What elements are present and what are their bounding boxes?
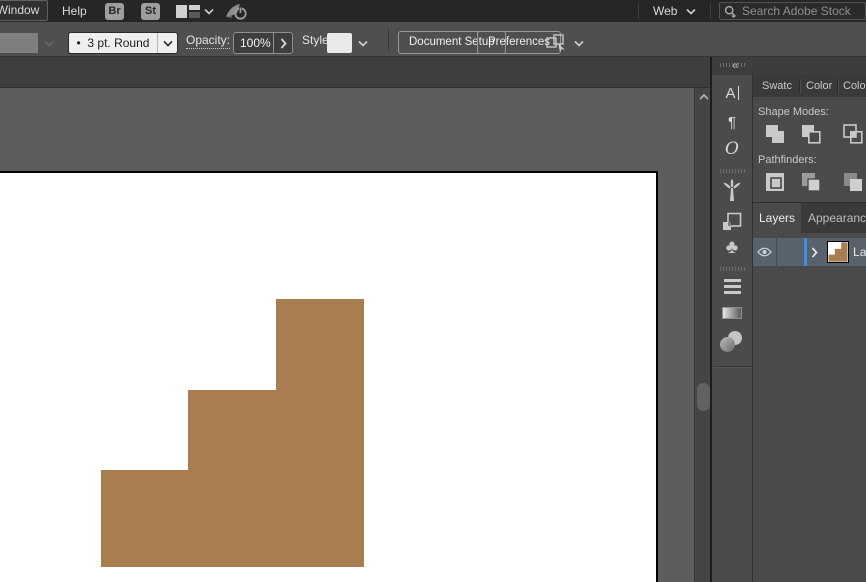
control-separator xyxy=(388,28,389,51)
illustrator-window: Window Help Br St Web xyxy=(0,0,866,582)
layer-name[interactable]: La xyxy=(853,245,866,259)
workspace-switcher[interactable]: Web xyxy=(645,0,685,22)
brush-definition-value: 3 pt. Round xyxy=(87,36,149,50)
shape-mode-minus-front-icon[interactable] xyxy=(799,122,823,146)
scrollbar-thumb[interactable] xyxy=(697,383,710,411)
character-panel-icon[interactable]: A xyxy=(712,82,752,104)
pathfinder-panel-icon[interactable] xyxy=(712,209,752,233)
gpu-performance-icon[interactable] xyxy=(224,2,248,21)
layer-lock-cell[interactable] xyxy=(777,238,803,266)
symbols-panel-icon[interactable]: ♣ xyxy=(712,235,752,261)
tab-color[interactable]: Color xyxy=(806,75,837,97)
stroke-color-chevron-icon[interactable] xyxy=(40,33,58,53)
control-bar: • 3 pt. Round Opacity: 100% Style: Docum… xyxy=(0,22,866,57)
layer-thumbnail-shape xyxy=(828,242,848,262)
icon-column-divider xyxy=(713,366,752,367)
panel-icon-column: A ¶ O ♣ xyxy=(712,75,753,582)
panel-stack: Swatc Color Color Shape Modes: Pathfinde… xyxy=(753,75,866,582)
align-chevron-down-icon[interactable] xyxy=(574,40,584,47)
style-swatch[interactable] xyxy=(327,33,352,53)
menubar-separator xyxy=(638,3,639,19)
workspace-chevron-down-icon[interactable] xyxy=(686,8,696,15)
search-icon xyxy=(724,5,737,18)
dock-grip[interactable] xyxy=(720,63,745,67)
brush-definition-dropdown[interactable]: • 3 pt. Round xyxy=(68,32,178,54)
document-tab-bar xyxy=(0,57,712,88)
shape-mode-intersect-icon[interactable] xyxy=(841,122,865,146)
opacity-label[interactable]: Opacity: xyxy=(186,33,230,47)
bridge-button[interactable]: Br xyxy=(105,3,124,20)
layer-expand-chevron-icon[interactable] xyxy=(807,247,821,258)
arrange-documents-icon[interactable] xyxy=(176,5,200,18)
chevron-down-icon[interactable] xyxy=(204,8,214,15)
tab-appearance[interactable]: Appearance xyxy=(808,203,866,233)
dock-grip-3[interactable] xyxy=(720,267,745,271)
stroke-panel-icon[interactable] xyxy=(712,275,752,297)
stroke-color-swatch[interactable] xyxy=(0,33,38,53)
opentype-panel-icon[interactable]: O xyxy=(712,137,752,161)
layers-tabstrip: Layers Appearance xyxy=(753,203,866,233)
scroll-up-icon[interactable] xyxy=(698,93,710,101)
opacity-input[interactable]: 100% xyxy=(234,33,273,53)
paragraph-panel-icon[interactable]: ¶ xyxy=(712,111,752,133)
tab-swatches[interactable]: Swatc xyxy=(762,75,799,97)
shape-modes-label: Shape Modes: xyxy=(758,106,829,118)
search-placeholder: Search Adobe Stock xyxy=(742,4,851,18)
magic-wand-panel-icon[interactable] xyxy=(712,177,752,203)
search-adobe-stock-input[interactable]: Search Adobe Stock xyxy=(719,2,866,20)
layer-thumbnail[interactable] xyxy=(827,241,849,263)
artboard[interactable] xyxy=(0,171,658,582)
tab-layers[interactable]: Layers xyxy=(753,203,801,233)
eye-icon xyxy=(757,247,772,257)
pathfinder-trim-icon[interactable] xyxy=(799,170,823,194)
brush-preview-dot: • xyxy=(77,36,81,50)
menu-window[interactable]: Window xyxy=(0,0,48,21)
opacity-control: 100% xyxy=(233,32,293,54)
menu-help[interactable]: Help xyxy=(50,0,99,22)
align-to-selection-icon[interactable] xyxy=(546,34,568,52)
stock-button[interactable]: St xyxy=(141,3,160,20)
transparency-panel-icon[interactable] xyxy=(712,329,752,355)
menubar-separator-2 xyxy=(710,3,711,19)
style-chevron-down-icon[interactable] xyxy=(354,33,372,53)
layer-visibility-toggle[interactable] xyxy=(753,238,777,266)
pathfinder-merge-icon[interactable] xyxy=(841,170,865,194)
gradient-panel-icon[interactable] xyxy=(712,303,752,323)
pathfinder-divide-icon[interactable] xyxy=(763,170,787,194)
shape-mode-unite-icon[interactable] xyxy=(763,122,787,146)
brush-chevron-down-icon[interactable] xyxy=(157,33,177,53)
pathfinders-label: Pathfinders: xyxy=(758,154,817,166)
dock-grip-2[interactable] xyxy=(720,169,745,173)
layer-row[interactable]: La xyxy=(753,238,866,266)
swatches-color-tabstrip: Swatc Color Color xyxy=(753,75,866,97)
opacity-stepper[interactable] xyxy=(273,33,292,53)
menu-bar: Window Help Br St Web xyxy=(0,0,866,22)
tab-color-guide[interactable]: Color xyxy=(843,75,866,97)
